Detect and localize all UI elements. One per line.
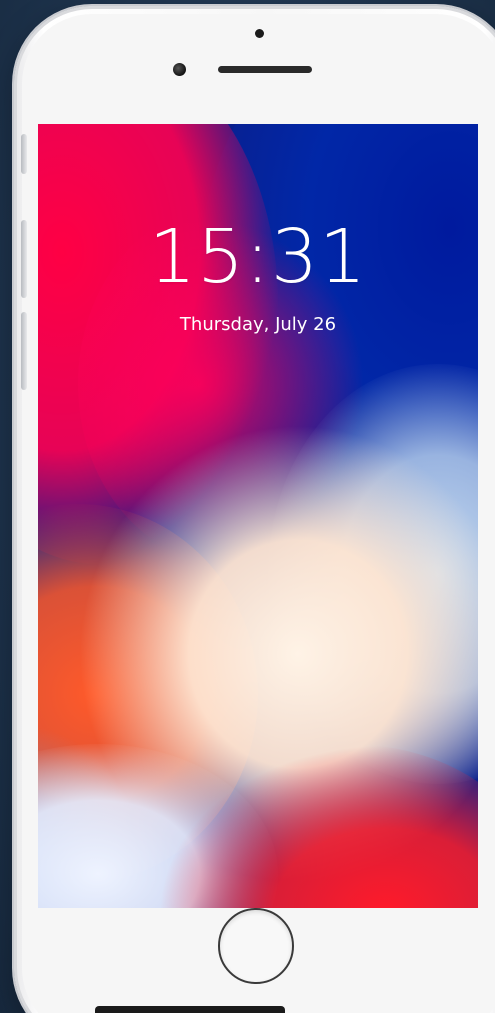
volume-up-button[interactable]: [21, 220, 27, 298]
device-bottom-edge: [95, 1006, 285, 1013]
lock-screen-date: Thursday, July 26: [179, 314, 337, 335]
front-camera-icon: [173, 63, 186, 76]
background: 15:31 Thursday, July 26: [0, 0, 495, 1013]
sensor-dot: [255, 29, 264, 38]
speaker-grille-icon: [218, 66, 312, 73]
mute-switch[interactable]: [21, 134, 27, 174]
volume-down-button[interactable]: [21, 312, 27, 390]
lock-screen-time: 15:31: [148, 214, 368, 300]
home-button[interactable]: [218, 908, 294, 984]
lock-screen[interactable]: 15:31 Thursday, July 26: [38, 124, 478, 908]
